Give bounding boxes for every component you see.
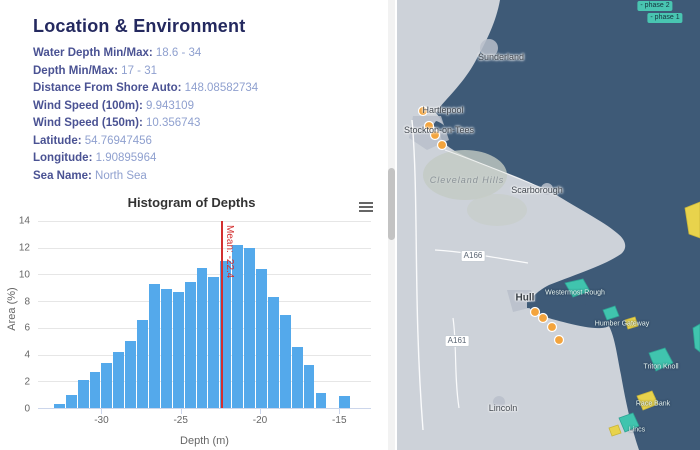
- histogram-bar[interactable]: [315, 393, 327, 408]
- histogram-bar[interactable]: [113, 351, 125, 408]
- x-tick-label: -20: [252, 415, 268, 426]
- chart-context-menu-icon[interactable]: [355, 197, 377, 217]
- field-value: 18.6 - 34: [152, 47, 202, 59]
- field-row: Longitude: 1.90895964: [33, 150, 397, 168]
- histogram-bar[interactable]: [160, 289, 172, 408]
- histogram-bar[interactable]: [291, 346, 303, 408]
- y-tick-label: 6: [24, 322, 30, 334]
- map-view[interactable]: Sunderland Hartlepool Stockton-on-Tees Clev…: [397, 0, 700, 450]
- field-row: Water Depth Min/Max: 18.6 - 34: [33, 45, 397, 63]
- field-value: 1.90895964: [92, 152, 157, 164]
- x-tick-label: -15: [332, 415, 347, 426]
- histogram-bar[interactable]: [339, 395, 351, 408]
- map-canvas: [397, 0, 700, 450]
- fields: Water Depth Min/Max: 18.6 - 34 Depth Min/…: [0, 43, 397, 185]
- marker-icon: [546, 321, 558, 333]
- field-label: Water Depth Min/Max:: [33, 47, 153, 59]
- y-tick-label: 2: [24, 376, 30, 388]
- field-label: Wind Speed (150m):: [33, 117, 143, 129]
- histogram-bar[interactable]: [65, 394, 77, 408]
- field-row: Wind Speed (150m): 10.356743: [33, 115, 397, 133]
- field-label: Longitude:: [33, 152, 93, 164]
- x-tick-label: -30: [94, 415, 109, 426]
- histogram-bar[interactable]: [303, 365, 315, 408]
- y-tick-label: 14: [18, 215, 30, 227]
- field-row: Depth Min/Max: 17 - 31: [33, 63, 397, 81]
- y-axis-labels: 0 2 4 6 8 10 12 14: [2, 216, 34, 415]
- y-tick-label: 4: [24, 349, 30, 361]
- marker-icon: [553, 334, 565, 346]
- panel-scrollbar-thumb[interactable]: [388, 168, 395, 240]
- histogram-bar[interactable]: [125, 341, 137, 408]
- field-value: 148.08582734: [181, 82, 259, 94]
- plot-area: Mean: -22.4: [38, 221, 371, 414]
- histogram-bar[interactable]: [149, 283, 160, 408]
- histogram-bar[interactable]: [77, 379, 89, 408]
- histogram-bar[interactable]: [208, 277, 220, 408]
- y-tick-label: 8: [24, 296, 30, 308]
- histogram-bar[interactable]: [267, 297, 279, 408]
- mean-plot-line: [220, 221, 223, 408]
- y-tick-label: 12: [18, 242, 30, 254]
- histogram-bar[interactable]: [244, 247, 256, 408]
- histogram-bar[interactable]: [53, 404, 65, 408]
- histogram-bar[interactable]: [184, 282, 196, 408]
- field-row: Sea Name: North Sea: [33, 168, 397, 186]
- field-row: Wind Speed (100m): 9.943109: [33, 98, 397, 116]
- histogram-bar[interactable]: [172, 291, 184, 408]
- page-title: Location & Environment: [33, 16, 246, 36]
- location-environment-panel: Location & Environment Water Depth Min/M…: [0, 0, 397, 450]
- histogram-bar[interactable]: [101, 362, 113, 408]
- depth-histogram-chart: Histogram of Depths Area (%) 0 2 4 6 8 10 12 14…: [0, 193, 383, 450]
- urban-lincoln: [493, 396, 505, 408]
- marker-icon: [417, 105, 429, 117]
- field-label: Latitude:: [33, 134, 82, 147]
- histogram-bar[interactable]: [137, 319, 148, 408]
- marker-icon: [529, 306, 541, 318]
- field-row: Distance From Shore Auto: 148.08582734: [33, 80, 397, 98]
- x-axis-title: Depth (m): [180, 435, 229, 447]
- urban-sunderland: [480, 39, 498, 57]
- field-label: Wind Speed (100m):: [33, 99, 143, 112]
- field-label: Sea Name:: [33, 169, 92, 182]
- x-axis-labels: -30 -25 -20 -15: [38, 413, 371, 427]
- marker-icon: [423, 120, 435, 132]
- field-label: Distance From Shore Auto:: [33, 82, 182, 94]
- histogram-bar[interactable]: [256, 269, 267, 408]
- x-tick-label: -25: [173, 415, 188, 426]
- hills-terrain-2: [467, 194, 527, 226]
- marker-icon: [429, 129, 441, 141]
- y-tick-label: 10: [18, 269, 30, 281]
- field-value: North Sea: [91, 169, 147, 182]
- field-value: 10.356743: [142, 117, 201, 129]
- histogram-bar[interactable]: [89, 371, 101, 408]
- mean-line-label: Mean: -22.4: [223, 225, 235, 279]
- field-label: Depth Min/Max:: [33, 64, 118, 77]
- histogram-bar[interactable]: [196, 267, 208, 408]
- urban-scarborough: [541, 183, 553, 195]
- field-row: Latitude: 54.76947456: [33, 133, 397, 151]
- marker-icon: [436, 139, 448, 151]
- chart-title: Histogram of Depths: [127, 195, 256, 210]
- field-value: 9.943109: [142, 99, 194, 112]
- field-value: 54.76947456: [81, 134, 152, 147]
- field-value: 17 - 31: [117, 64, 157, 77]
- gridline: [38, 221, 371, 222]
- app-window: Location & Environment Water Depth Min/M…: [0, 0, 700, 450]
- y-tick-label: 0: [24, 403, 30, 415]
- gridline: [38, 247, 371, 249]
- marker-icon: [537, 312, 549, 324]
- histogram-bar[interactable]: [279, 314, 291, 408]
